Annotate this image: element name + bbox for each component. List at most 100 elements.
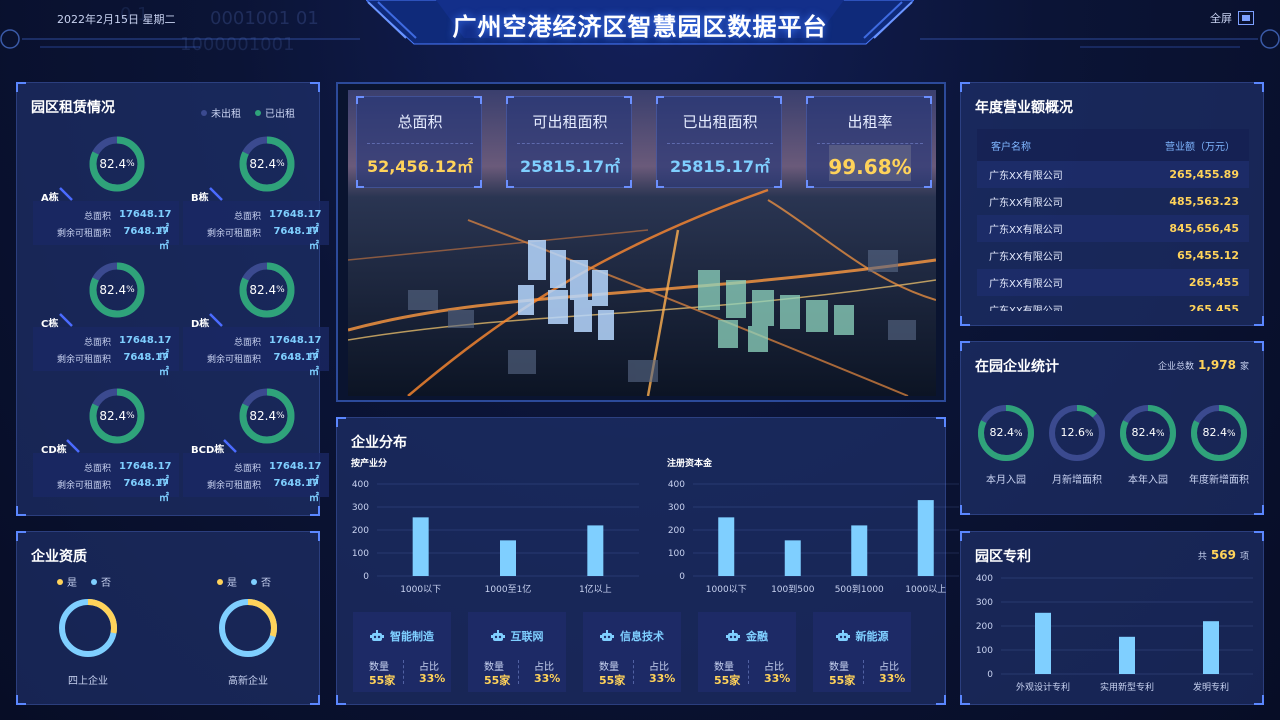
table-row[interactable]: 广东XX有限公司 265,455 [977,296,1249,311]
qualification-title: 企业资质 [31,549,87,565]
park-overview: 总面积 52,456.12㎡ 可出租面积 25815.17㎡ 已出租面积 258… [336,82,946,402]
bar[interactable] [1035,612,1051,674]
distribution-title: 企业分布 [351,435,407,451]
count-label: 数量 [484,662,504,673]
y-tick-label: 300 [668,503,685,513]
enterprise-total-label: 企业总数 [1158,362,1195,372]
remain-area-label: 剩余可租面积 [56,229,111,239]
table-row[interactable]: 广东XX有限公司 65,455.12 [977,242,1249,269]
y-tick-label: 300 [976,598,993,608]
patent-total-value: 569 [1210,548,1236,562]
remain-area-label: 剩余可租面积 [206,355,261,365]
table-row[interactable]: 广东XX有限公司 265,455.89 [977,161,1249,188]
x-tick-label: 500到1000 [835,583,884,595]
count-value: 55家 [714,674,741,687]
table-row[interactable]: 广东XX有限公司 845,656,45 [977,215,1249,242]
industry-title: 智能制造 [353,628,451,644]
building-card[interactable]: 82.4% B栋 总面积 17648.17㎡ 剩余可租面积 7648.17㎡ [183,135,329,252]
stat-label: 出租率 [847,113,893,131]
page-title: 广州空港经济区智慧园区数据平台 [452,12,828,41]
x-tick-label: 实用新型专利 [1100,681,1154,693]
stat-value: 52,456.12㎡ [366,157,474,176]
distribution-panel: 企业分布 按产业分 0 100 200 300 400 1000以下 1000至1亿 1亿以上 … [336,417,959,705]
remain-area-value: 7648.17㎡ [273,352,319,378]
stat-divider [817,143,923,144]
bar[interactable] [851,525,868,576]
robot-icon [600,630,614,641]
customer-name: 广东XX有限公司 [989,171,1063,182]
qualification-legend: 是否 [217,574,271,589]
y-tick-label: 100 [976,646,993,656]
revenue-title: 年度营业额概况 [975,100,1073,116]
remain-area-value: 7648.17㎡ [273,226,319,252]
bar[interactable] [917,500,934,576]
count-label: 数量 [714,662,734,673]
slash-decoration-icon [66,439,80,453]
lease-panel: 园区租赁情况 未出租 已出租 82.4% A栋 总面积 17648.17㎡ 剩余可… [16,82,329,516]
y-tick-label: 100 [668,549,685,559]
patent-total-unit: 项 [1239,552,1249,562]
industry-card[interactable]: 新能源 数量 55家 占比 33% [813,612,911,692]
building-info: 总面积 17648.17㎡ 剩余可租面积 7648.17㎡ [33,201,179,252]
bar[interactable] [1203,621,1219,674]
x-tick-label: 100到500 [771,583,815,595]
ratio-label: 占比 [649,662,669,673]
lease-legend: 未出租 已出租 [201,105,295,120]
industry-name: 信息技术 [620,630,664,643]
industry-card[interactable]: 互联网 数量 55家 占比 33% [468,612,566,692]
bar[interactable] [784,540,801,576]
svg-text:0001001 01: 0001001 01 [210,8,319,29]
building-info: 总面积 17648.17㎡ 剩余可租面积 7648.17㎡ [33,327,179,378]
bar[interactable] [587,525,604,576]
table-row[interactable]: 广东XX有限公司 485,563.23 [977,188,1249,215]
slash-decoration-icon [59,313,73,327]
qualification-label: 高新企业 [228,676,268,687]
robot-icon [370,630,384,641]
revenue-table-header: 客户名称 营业额（万元） [977,129,1249,161]
building-card[interactable]: 82.4% A栋 总面积 17648.17㎡ 剩余可租面积 7648.17㎡ [33,135,179,252]
y-tick-label: 0 [679,572,685,582]
building-card[interactable]: 82.4% BCD栋 总面积 17648.17㎡ 剩余可租面积 7648.17㎡ [183,387,329,504]
yes-dot-icon [57,578,63,585]
building-card[interactable]: 82.4% C栋 总面积 17648.17㎡ 剩余可租面积 7648.17㎡ [33,261,179,378]
industry-card[interactable]: 信息技术 数量 55家 占比 33% [583,612,681,692]
y-tick-label: 400 [352,480,369,490]
customer-name: 广东XX有限公司 [989,302,1063,311]
qualification-legend: 是否 [57,574,111,589]
lease-percent: 82.4% [249,157,285,171]
enterprise-ring-percent: 82.4% [989,426,1023,439]
stat-value: 25815.17㎡ [669,157,770,176]
bar[interactable] [1119,636,1135,674]
lease-percent: 82.4% [99,157,135,171]
enterprise-title: 在园企业统计 [975,359,1059,375]
legend-yes: 是 [57,574,77,589]
industry-name: 金融 [746,630,768,643]
building-card[interactable]: 82.4% D栋 总面积 17648.17㎡ 剩余可租面积 7648.17㎡ [183,261,329,378]
capital-bar-chart: 注册资本金 0 100 200 300 400 1000以下 100到500 500到1000 1… [667,457,959,595]
building-card[interactable]: 82.4% CD栋 总面积 17648.17㎡ 剩余可租面积 7648.17㎡ [33,387,179,504]
fullscreen-button[interactable]: 全屏 [1210,10,1254,26]
enterprise-panel: 在园企业统计 企业总数 1,978 家 82.4% 本月入园 12.6% 月新增面积 8… [960,341,1264,515]
patent-total-prefix: 共 [1197,552,1207,562]
building-info: 总面积 17648.17㎡ 剩余可租面积 7648.17㎡ [183,453,329,504]
industry-card[interactable]: 金融 数量 55家 占比 33% [698,612,796,692]
bar[interactable] [718,517,735,576]
no-dot-icon [251,578,257,585]
ratio-value: 33% [534,672,561,685]
revenue-table[interactable]: 客户名称 营业额（万元） 广东XX有限公司 265,455.89 广东XX有限公司 4… [977,129,1249,311]
industry-name: 新能源 [855,630,889,643]
patent-total: 共 569 项 [1198,548,1249,562]
card-divider [403,660,404,684]
bar[interactable] [500,540,516,576]
slash-decoration-icon [223,439,237,453]
remain-area-value: 7648.17㎡ [273,478,319,504]
stat-label: 总面积 [397,113,443,131]
industry-name: 智能制造 [390,630,434,643]
industry-card[interactable]: 智能制造 数量 55家 占比 33% [353,612,451,692]
table-row[interactable]: 广东XX有限公司 265,455 [977,269,1249,296]
stat-divider [367,143,473,144]
bar[interactable] [412,517,429,576]
lease-percent: 82.4% [249,283,285,297]
remain-area-value: 7648.17㎡ [123,478,169,504]
customer-name: 广东XX有限公司 [989,225,1063,236]
